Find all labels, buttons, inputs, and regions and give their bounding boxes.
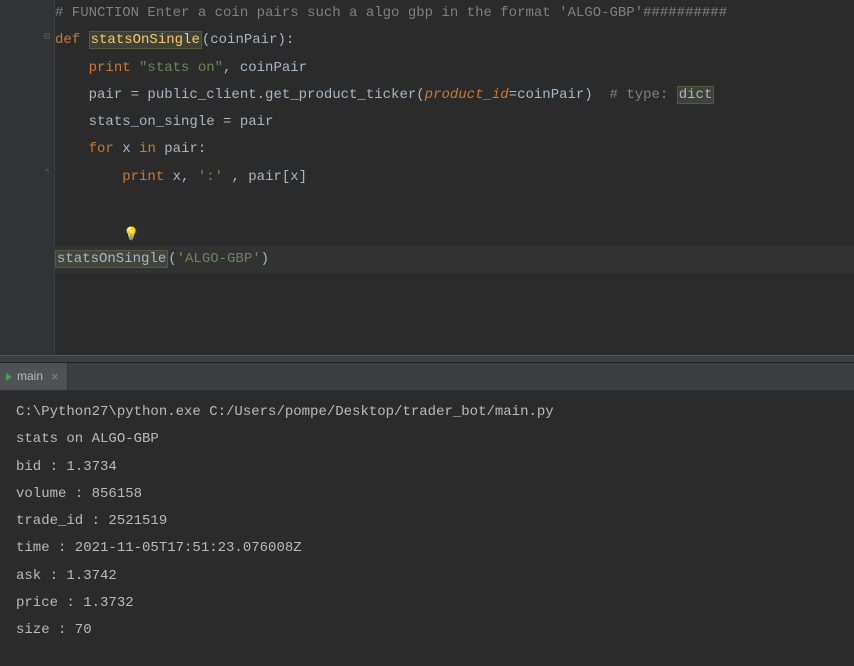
fold-minus-icon[interactable]: ⊟ xyxy=(42,33,52,43)
play-icon xyxy=(6,373,12,381)
code-line[interactable]: pair = public_client.get_product_ticker(… xyxy=(55,82,854,109)
code-line[interactable]: print x, ':' , pair[x] xyxy=(55,164,854,191)
code-line[interactable]: # FUNCTION Enter a coin pairs such a alg… xyxy=(55,0,854,27)
run-tab-main[interactable]: main × xyxy=(0,363,68,390)
editor-gutter[interactable]: ⊟ ⌃ xyxy=(0,0,55,355)
code-line[interactable]: for x in pair: xyxy=(55,136,854,163)
console-line[interactable]: trade_id : 2521519 xyxy=(16,508,854,535)
code-area[interactable]: # FUNCTION Enter a coin pairs such a alg… xyxy=(55,0,854,355)
code-line[interactable]: print "stats on", coinPair xyxy=(55,55,854,82)
code-line[interactable]: stats_on_single = pair xyxy=(55,109,854,136)
code-editor-pane: ⊟ ⌃ # FUNCTION Enter a coin pairs such a… xyxy=(0,0,854,355)
intention-bulb-icon[interactable]: 💡 xyxy=(123,227,135,243)
code-line[interactable]: statsOnSingle('ALGO-GBP') xyxy=(55,246,854,273)
fold-end-icon[interactable]: ⌃ xyxy=(42,170,52,180)
console-line[interactable]: time : 2021-11-05T17:51:23.076008Z xyxy=(16,535,854,562)
console-line[interactable]: size : 70 xyxy=(16,617,854,644)
console-line[interactable]: volume : 856158 xyxy=(16,481,854,508)
console-line[interactable]: bid : 1.3734 xyxy=(16,454,854,481)
console-line[interactable]: price : 1.3732 xyxy=(16,590,854,617)
terminal-panel: main × C:\Python27\python.exe C:/Users/p… xyxy=(0,355,854,666)
code-line[interactable]: def statsOnSingle(coinPair): xyxy=(55,27,854,54)
terminal-tab-bar: main × xyxy=(0,363,854,391)
console-line[interactable]: ask : 1.3742 xyxy=(16,563,854,590)
code-line[interactable] xyxy=(55,218,854,245)
console-line[interactable]: stats on ALGO-GBP xyxy=(16,426,854,453)
code-line[interactable] xyxy=(55,191,854,218)
close-icon[interactable]: × xyxy=(51,364,59,389)
console-line[interactable]: C:\Python27\python.exe C:/Users/pompe/De… xyxy=(16,399,854,426)
run-tab-label: main xyxy=(17,365,43,388)
panel-divider[interactable] xyxy=(0,355,854,363)
console-output[interactable]: C:\Python27\python.exe C:/Users/pompe/De… xyxy=(0,391,854,645)
